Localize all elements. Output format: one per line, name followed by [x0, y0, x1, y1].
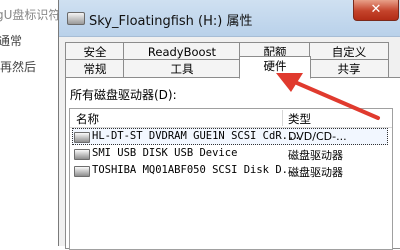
- close-icon: ✕: [370, 2, 382, 17]
- device-type: 磁盘驱动器: [288, 166, 343, 179]
- list-item[interactable]: HL-DT-ST DVDRAM GUE1N SCSI CdR... DVD/CD…: [70, 128, 392, 145]
- column-name-header[interactable]: 名称: [76, 111, 99, 127]
- disk-list-label: 所有磁盘驱动器(D):: [70, 88, 177, 102]
- drive-icon: [74, 132, 90, 143]
- title-bar[interactable]: Sky_Floatingfish (H:) 属性 ✕: [59, 0, 400, 37]
- tab-general[interactable]: 常规: [65, 59, 125, 79]
- tab-hardware[interactable]: 硬件: [239, 56, 311, 79]
- disk-list[interactable]: 名称 类型 HL-DT-ST DVDRAM GUE1N SCSI CdR... …: [69, 108, 393, 250]
- device-name: HL-DT-ST DVDRAM GUE1N SCSI CdR...: [92, 130, 301, 142]
- device-name: TOSHIBA MQ01ABF050 SCSI Disk D...: [92, 164, 301, 176]
- list-item[interactable]: SMI USB DISK USB Device 磁盘驱动器: [70, 145, 392, 162]
- device-type: 磁盘驱动器: [288, 149, 343, 162]
- tab-sharing[interactable]: 共享: [309, 59, 389, 79]
- hardware-panel: 所有磁盘驱动器(D): 名称 类型 HL-DT-ST DVDRAM GUE1N …: [65, 77, 400, 250]
- drive-icon: [74, 149, 90, 160]
- tab-tools[interactable]: 工具: [123, 59, 241, 79]
- column-separator[interactable]: [282, 110, 283, 126]
- device-name: SMI USB DISK USB Device: [92, 147, 238, 159]
- properties-dialog: Sky_Floatingfish (H:) 属性 ✕ 安全 ReadyBoost…: [58, 0, 400, 250]
- close-button[interactable]: ✕: [353, 0, 399, 21]
- background-text-2: 通常: [0, 34, 23, 48]
- background-text-1: gU盘标识符: [0, 8, 61, 22]
- list-item[interactable]: TOSHIBA MQ01ABF050 SCSI Disk D... 磁盘驱动器: [70, 162, 392, 179]
- drive-icon: [74, 166, 90, 177]
- device-type: DVD/CD-...: [288, 130, 347, 143]
- column-type-header[interactable]: 类型: [288, 111, 311, 127]
- background-text-3: 再然后: [0, 60, 37, 74]
- list-header: 名称 类型: [70, 109, 392, 128]
- drive-icon: [67, 12, 85, 25]
- window-title: Sky_Floatingfish (H:) 属性: [89, 14, 253, 29]
